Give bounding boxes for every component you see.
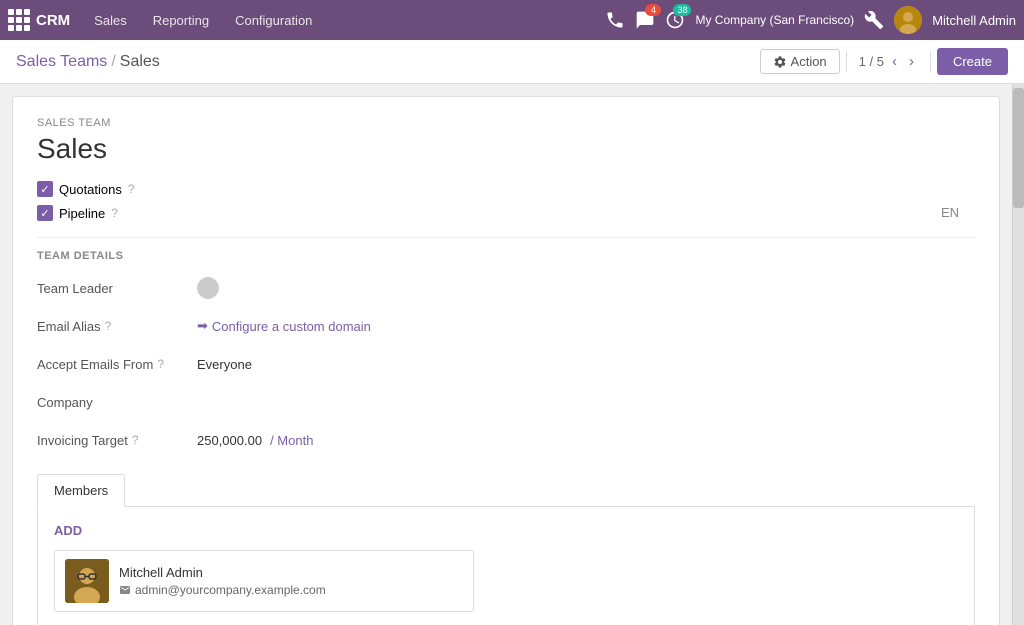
quotations-checkbox[interactable] bbox=[37, 181, 53, 197]
topnav-right: 4 38 My Company (San Francisco) Mitchell… bbox=[605, 6, 1016, 34]
tab-content-members: ADD Mitchell Ad bbox=[37, 507, 975, 625]
record-title: Sales bbox=[37, 133, 975, 165]
chat-badge: 4 bbox=[645, 4, 661, 16]
top-navigation: CRM Sales Reporting Configuration 4 38 M… bbox=[0, 0, 1024, 40]
member-card: Mitchell Admin admin@yourcompany.example… bbox=[54, 550, 474, 612]
configure-domain-link[interactable]: ➡ Configure a custom domain bbox=[197, 318, 371, 334]
menu-item-reporting[interactable]: Reporting bbox=[141, 7, 221, 34]
main-content: EN Sales Team Sales Quotations ? Pipelin… bbox=[0, 84, 1024, 625]
pipeline-label: Pipeline bbox=[59, 206, 105, 221]
invoicing-row: 250,000.00 / Month bbox=[197, 433, 313, 448]
team-leader-label: Team Leader bbox=[37, 281, 197, 296]
company-label: Company bbox=[37, 395, 197, 410]
company-name[interactable]: My Company (San Francisco) bbox=[695, 13, 854, 27]
email-alias-row: Email Alias ? ➡ Configure a custom domai… bbox=[37, 312, 975, 340]
user-avatar[interactable] bbox=[894, 6, 922, 34]
prev-button[interactable]: ‹ bbox=[888, 51, 901, 72]
email-alias-value: ➡ Configure a custom domain bbox=[197, 318, 371, 334]
scrollbar-thumb[interactable] bbox=[1013, 88, 1024, 208]
actionbar-controls: Action 1 / 5 ‹ › Create bbox=[760, 48, 1008, 75]
breadcrumb-current: Sales bbox=[120, 53, 160, 71]
member-email: admin@yourcompany.example.com bbox=[119, 583, 326, 597]
settings-icon-button[interactable] bbox=[864, 10, 884, 30]
section-title: TEAM DETAILS bbox=[37, 250, 975, 262]
breadcrumb-separator: / bbox=[111, 53, 115, 71]
quotations-help-icon[interactable]: ? bbox=[128, 182, 135, 196]
scrollbar[interactable] bbox=[1012, 84, 1024, 625]
invoicing-unit: / Month bbox=[270, 433, 313, 448]
next-button[interactable]: › bbox=[905, 51, 918, 72]
section-divider bbox=[37, 237, 975, 238]
app-brand: CRM bbox=[36, 12, 70, 29]
quotations-label: Quotations bbox=[59, 182, 122, 197]
invoicing-target-row: Invoicing Target ? 250,000.00 / Month bbox=[37, 426, 975, 454]
top-menu: Sales Reporting Configuration bbox=[82, 7, 605, 34]
user-name[interactable]: Mitchell Admin bbox=[932, 13, 1016, 28]
menu-item-sales[interactable]: Sales bbox=[82, 7, 139, 34]
pipeline-row: Pipeline ? bbox=[37, 205, 975, 221]
field-label-sales-team: Sales Team bbox=[37, 117, 975, 129]
language-badge[interactable]: EN bbox=[941, 205, 959, 220]
accept-emails-label: Accept Emails From ? bbox=[37, 357, 197, 372]
accept-emails-value: Everyone bbox=[197, 357, 252, 372]
activity-icon-button[interactable]: 38 bbox=[665, 10, 685, 30]
email-alias-help-icon[interactable]: ? bbox=[105, 319, 112, 333]
activity-badge: 38 bbox=[673, 4, 691, 16]
email-icon bbox=[119, 584, 131, 596]
chat-icon-button[interactable]: 4 bbox=[635, 10, 655, 30]
invoicing-value: 250,000.00 bbox=[197, 433, 262, 448]
create-button[interactable]: Create bbox=[937, 48, 1008, 75]
accept-emails-help-icon[interactable]: ? bbox=[157, 357, 164, 371]
tabs-bar: Members bbox=[37, 474, 975, 507]
pagination-text: 1 / 5 bbox=[859, 54, 884, 69]
record-card: EN Sales Team Sales Quotations ? Pipelin… bbox=[12, 96, 1000, 625]
action-label: Action bbox=[791, 54, 827, 69]
scroll-area: EN Sales Team Sales Quotations ? Pipelin… bbox=[0, 84, 1012, 625]
pagination: 1 / 5 ‹ › bbox=[846, 51, 931, 72]
invoicing-target-label: Invoicing Target ? bbox=[37, 433, 197, 448]
member-photo bbox=[65, 559, 109, 603]
email-alias-label: Email Alias ? bbox=[37, 319, 197, 334]
team-leader-avatar bbox=[197, 277, 219, 299]
member-name: Mitchell Admin bbox=[119, 565, 326, 580]
breadcrumb-parent[interactable]: Sales Teams bbox=[16, 53, 107, 71]
action-bar: Sales Teams / Sales Action 1 / 5 ‹ › Cre… bbox=[0, 40, 1024, 84]
pipeline-help-icon[interactable]: ? bbox=[111, 206, 118, 220]
invoicing-target-help-icon[interactable]: ? bbox=[132, 433, 139, 447]
arrow-icon: ➡ bbox=[197, 318, 208, 334]
team-leader-row: Team Leader bbox=[37, 274, 975, 302]
quotations-row: Quotations ? bbox=[37, 181, 975, 197]
action-button[interactable]: Action bbox=[760, 49, 840, 74]
grid-icon bbox=[8, 9, 30, 31]
accept-emails-row: Accept Emails From ? Everyone bbox=[37, 350, 975, 378]
menu-item-configuration[interactable]: Configuration bbox=[223, 7, 324, 34]
phone-icon-button[interactable] bbox=[605, 10, 625, 30]
member-info: Mitchell Admin admin@yourcompany.example… bbox=[119, 565, 326, 597]
tab-members[interactable]: Members bbox=[37, 474, 125, 507]
company-row: Company bbox=[37, 388, 975, 416]
team-leader-value bbox=[197, 277, 219, 299]
pipeline-checkbox[interactable] bbox=[37, 205, 53, 221]
breadcrumb: Sales Teams / Sales bbox=[16, 53, 760, 71]
add-member-button[interactable]: ADD bbox=[54, 523, 958, 538]
app-logo[interactable]: CRM bbox=[8, 9, 70, 31]
